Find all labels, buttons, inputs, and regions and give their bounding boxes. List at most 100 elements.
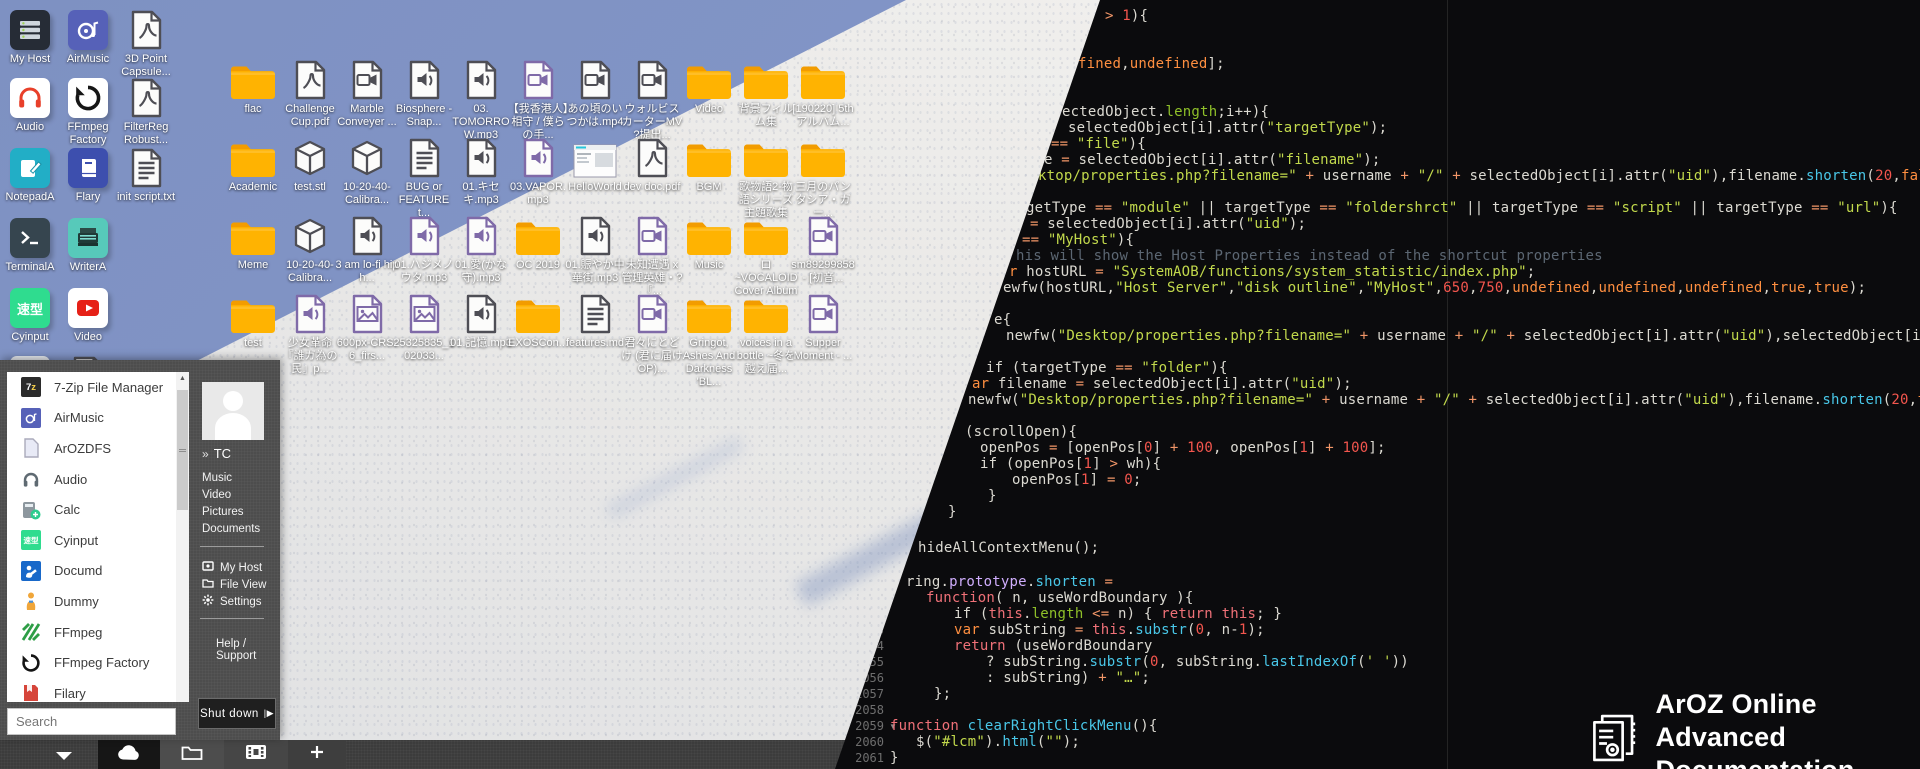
search-input[interactable] — [8, 714, 200, 729]
desktop-icon-terminala[interactable]: TerminalA — [0, 216, 60, 274]
desktop-icon-600px-crs-6-firs[interactable]: 600px-CRS-6_firs... — [335, 292, 399, 363]
desktop-icon-01-mp3[interactable]: 01.記憶.mp3 — [449, 292, 513, 350]
desktop-icon-academic[interactable]: Academic — [221, 136, 285, 194]
start-menu-search — [7, 708, 176, 735]
desktop-icon-mv[interactable]: ウォルビスカーターMV ?提出... — [620, 58, 684, 142]
desktop-icon-item[interactable]: 三月のパンタシア・ガー... — [791, 136, 855, 220]
desktop-icon-flac[interactable]: flac — [221, 58, 285, 116]
desktop-icon-cyinput[interactable]: 速型Cyinput — [0, 286, 60, 344]
taskbar-tab-film[interactable] — [224, 740, 288, 769]
place-link-pictures[interactable]: Pictures — [202, 506, 244, 518]
taskbar-tab-plus[interactable] — [288, 740, 346, 769]
code-line: fined,undefined]; — [1078, 56, 1225, 72]
taskbar-tab-cloud-active[interactable] — [98, 740, 160, 769]
desktop-icon-3d-point-capsule[interactable]: 3D Point Capsule... — [116, 8, 176, 79]
desktop-icon-voices-in-a-bottle[interactable]: voices in a bottle ~冬を越え届... — [734, 292, 798, 376]
avatar[interactable] — [202, 382, 264, 440]
start-menu-item-airmusic[interactable]: AirMusic — [7, 403, 176, 434]
start-menu-item-ffmpeg[interactable]: FFmpeg — [7, 617, 176, 648]
icon-label: 3 am lo-fi hip h... — [335, 259, 399, 285]
desktop-icon-my-host[interactable]: My Host — [0, 8, 60, 66]
desktop-icon-x[interactable]: 未知遭遇 x 管理英雄・?『... — [620, 214, 684, 298]
desktop-icon-test-stl[interactable]: test.stl — [278, 136, 342, 194]
desktop-icon-biosphere-snap[interactable]: Biosphere - Snap... — [392, 58, 456, 129]
desktop-icon-music[interactable]: Music — [677, 214, 741, 272]
desktop-icon-op[interactable]: 君々にとどけ (君に届け OP)... — [620, 292, 684, 376]
desktop-icon-notepada[interactable]: NotepadA — [0, 146, 60, 204]
desktop-icon-helloworld[interactable]: HelloWorld — [563, 136, 627, 194]
desktop-icon-p[interactable]: 少女革命 『誰ガ為の民』p... — [278, 292, 342, 376]
chevron-right-icon: » — [202, 447, 209, 461]
place-link-video[interactable]: Video — [202, 489, 231, 501]
scroll-up-icon[interactable]: ▲ — [176, 372, 189, 385]
desktop-icon-exoscon[interactable]: EXOSCon... — [506, 292, 570, 350]
desktop-icon-03-tomorrow-mp3[interactable]: 03. TOMORROW.mp3 — [449, 58, 513, 142]
start-menu-item-arozdfs[interactable]: ArOZDFS — [7, 433, 176, 464]
icon-label: Flary — [76, 191, 100, 204]
desktop-icon-01-mp3[interactable]: 01.愛(かな守).mp3 — [449, 214, 513, 285]
place-link-documents[interactable]: Documents — [202, 523, 260, 535]
start-menu-item-cyinput[interactable]: 速型Cyinput — [7, 525, 176, 556]
start-menu-item-calc[interactable]: Calc — [7, 494, 176, 525]
start-menu-item-ffmpeg-factory[interactable]: FFmpeg Factory — [7, 647, 176, 678]
app-list-scrollbar[interactable]: ▲ — [176, 372, 189, 702]
desktop-icon-25325835-1-02033[interactable]: 25325835_1 02033... — [392, 292, 456, 363]
desktop-icon-supper-moment[interactable]: Supper Moment - ... — [791, 292, 855, 363]
start-menu-item-filary[interactable]: Filary — [7, 678, 176, 702]
help-support-link[interactable]: Help / Support — [216, 638, 280, 662]
desktop-icon-challenge-cup-pdf[interactable]: Challenge Cup.pdf — [278, 58, 342, 129]
icon-label: Supper Moment - ... — [791, 337, 855, 363]
desktop-icon-01-mp3[interactable]: 01.ハジメノウタ.mp3 — [392, 214, 456, 285]
desktop-icon-gringot-ashes-and-darkness-bl[interactable]: Gringot, Ashes And Darkness 'BL... — [677, 292, 741, 389]
desktop-icon-filterreg-robust[interactable]: FilterReg Robust... — [116, 76, 176, 147]
desktop-icon-190220-5th[interactable]: [190220] 5th アルバム... — [791, 58, 855, 129]
taskbar-collapse-chevron-icon[interactable] — [55, 749, 73, 767]
desktop-icon-sm89299858[interactable]: sm89299858 - [初音... — [791, 214, 855, 285]
audio-icon — [465, 214, 498, 256]
desktop-icon-01-mp3[interactable]: 01.賑やか中華街.mp3 — [563, 214, 627, 285]
icon-label: Audio — [16, 121, 44, 134]
desktop-icon-mp4[interactable]: あの頃のいつかは.mp4 — [563, 58, 627, 129]
quick-link-settings[interactable]: Settings — [202, 594, 262, 609]
desktop-icon-01-mp3[interactable]: 01.キセキ.mp3 — [449, 136, 513, 207]
desktop-icon-10-20-40-calibra[interactable]: 10-20-40-Calibra... — [278, 214, 342, 285]
taskbar-tab-folder[interactable] — [160, 740, 224, 769]
desktop-icon-3-am-lo-fi-hip-h[interactable]: 3 am lo-fi hip h... — [335, 214, 399, 285]
icon-label: Biosphere - Snap... — [392, 103, 456, 129]
desktop-icon-2[interactable]: 歌物語2-物語シリーズ主題歌集 — [734, 136, 798, 220]
scrollbar-handle[interactable] — [177, 390, 188, 510]
desktop-icon-airmusic[interactable]: AirMusic — [58, 8, 118, 66]
desktop-icon-10-20-40-calibra[interactable]: 10-20-40-Calibra... — [335, 136, 399, 207]
quick-link-my-host[interactable]: My Host — [202, 560, 262, 575]
desktop-icon-dev-doc-pdf[interactable]: dev doc.pdf — [620, 136, 684, 194]
folder-icon — [799, 58, 847, 100]
desktop-icon-bgm[interactable]: BGM — [677, 136, 741, 194]
desktop-icon-flary[interactable]: Flary — [58, 146, 118, 204]
desktop-icon-ffmpeg-factory[interactable]: FFmpeg Factory — [58, 76, 118, 147]
desktop-icon-03-vapor-mp3[interactable]: 03.VAPOR.mp3 — [506, 136, 570, 207]
desktop-icon-test[interactable]: test — [221, 292, 285, 350]
username[interactable]: »TC — [202, 446, 231, 461]
desktop-icon-item[interactable]: 背景フィルム集 — [734, 58, 798, 129]
icon-label: voices in a bottle ~冬を越え届... — [734, 337, 798, 376]
desktop-icon-video[interactable]: Video — [58, 286, 118, 344]
desktop-icon-item[interactable]: 【我香港人】相守 / 僕らの手... — [506, 58, 570, 142]
desktop-icon-vocaloid-cover-album[interactable]: ロ~VOCALOID Cover Album — [734, 214, 798, 298]
place-link-music[interactable]: Music — [202, 472, 232, 484]
desktop-icon-bug-or-feature-t[interactable]: BUG or FEATURE t... — [392, 136, 456, 220]
desktop-icon-video[interactable]: Video — [677, 58, 741, 116]
desktop-icon-init-script-txt[interactable]: init script.txt — [116, 146, 176, 204]
shutdown-button[interactable]: Shut down|▶ — [198, 698, 276, 729]
desktop-icon-oc-2019[interactable]: OC 2019 — [506, 214, 570, 272]
start-menu-item-7-zip-file-manager[interactable]: 7z7-Zip File Manager — [7, 372, 176, 403]
desktop-icon-writera[interactable]: WriterA — [58, 216, 118, 274]
desktop-icon-features-md[interactable]: features.md — [563, 292, 627, 350]
start-menu-item-documd[interactable]: Documd — [7, 556, 176, 587]
quick-link-file-view[interactable]: File View — [202, 577, 266, 592]
start-menu-item-audio[interactable]: Audio — [7, 464, 176, 495]
desktop-icon-marble-conveyer[interactable]: Marble Conveyer ... — [335, 58, 399, 129]
start-menu-item-dummy[interactable]: Dummy — [7, 586, 176, 617]
line-number: 2061 — [840, 750, 884, 766]
desktop-icon-audio[interactable]: Audio — [0, 76, 60, 134]
desktop-icon-meme[interactable]: Meme — [221, 214, 285, 272]
